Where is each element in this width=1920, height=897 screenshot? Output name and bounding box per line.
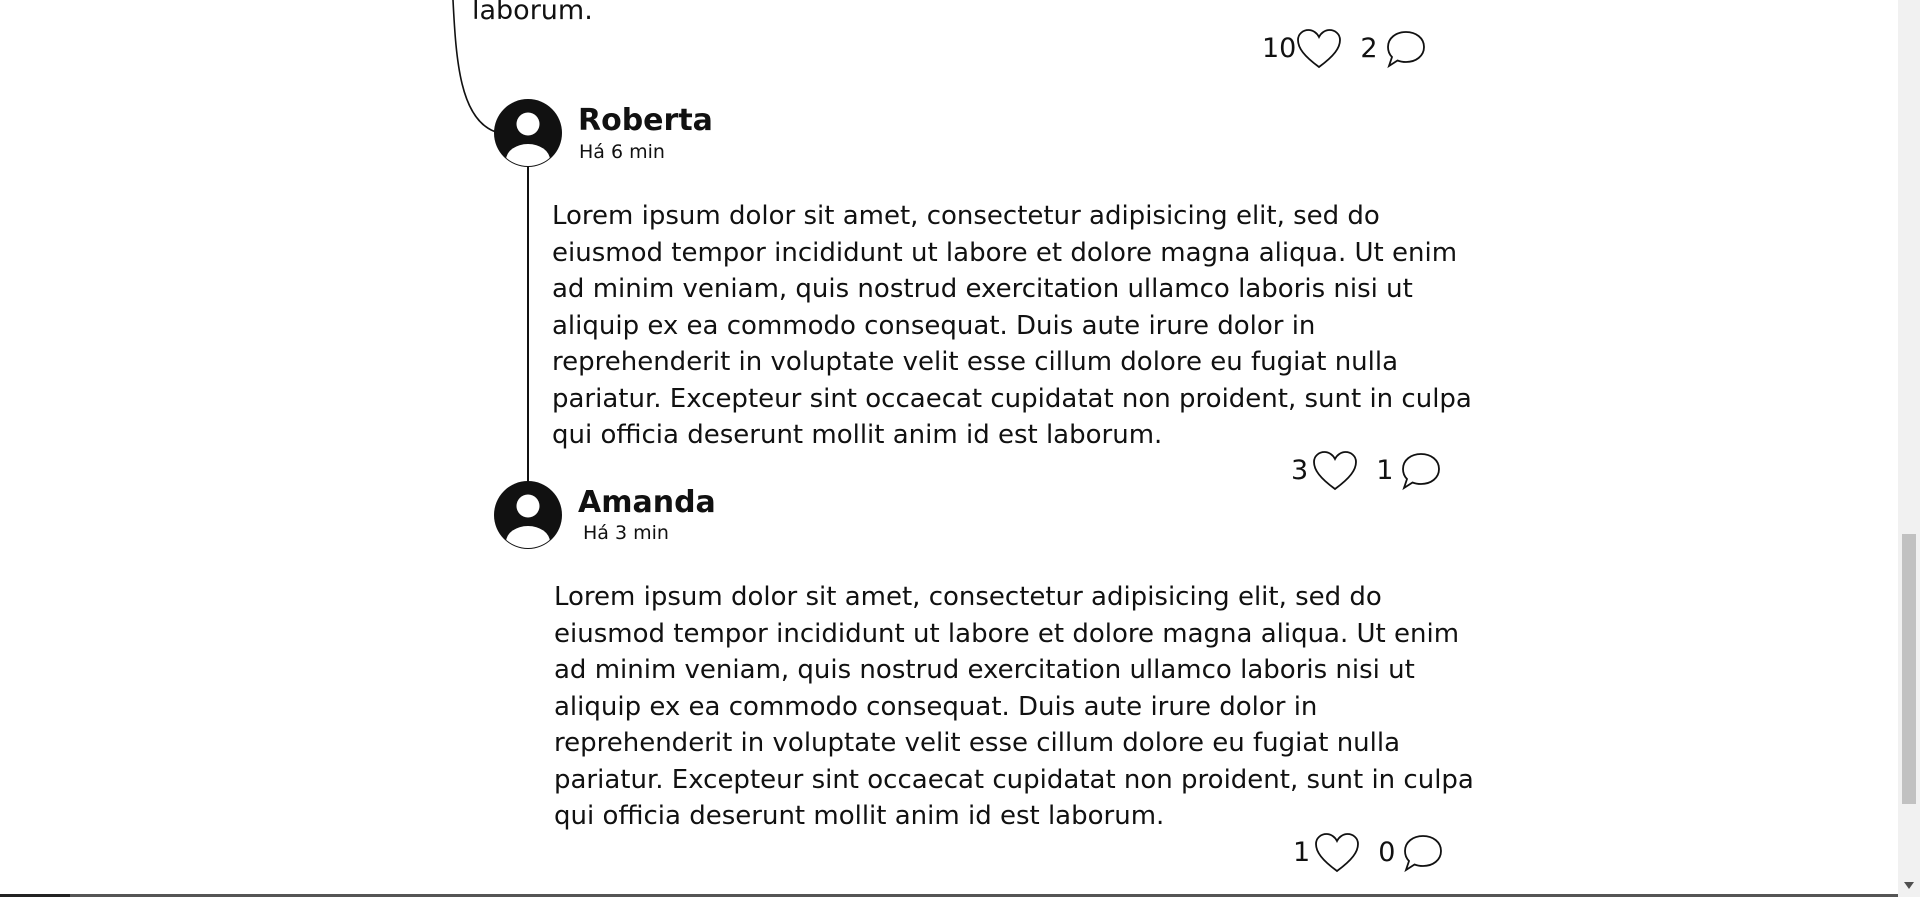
- speech-bubble-icon: [1386, 31, 1425, 69]
- like-button[interactable]: 3: [1291, 450, 1358, 492]
- speech-bubble-icon: [1402, 453, 1441, 491]
- user-avatar-icon[interactable]: [493, 98, 563, 168]
- thread-connector-line: [527, 164, 529, 484]
- like-button[interactable]: 1: [1293, 832, 1360, 874]
- reply-button[interactable]: 0: [1378, 832, 1447, 874]
- heart-outline-icon: [1297, 29, 1342, 69]
- reply-count: 1: [1376, 455, 1394, 486]
- like-count: 1: [1293, 837, 1311, 868]
- reply-count: 0: [1378, 837, 1396, 868]
- reply-count: 2: [1360, 33, 1378, 64]
- comment-actions: 3 1: [1291, 450, 1445, 492]
- speech-bubble-icon: [1404, 835, 1443, 873]
- comment-author[interactable]: Amanda: [578, 485, 716, 521]
- comment-timestamp: Há 3 min: [583, 522, 669, 544]
- comment-timestamp: Há 6 min: [579, 141, 665, 163]
- scroll-down-arrow-icon[interactable]: [1898, 876, 1920, 894]
- comment-actions: 1 0: [1293, 832, 1447, 874]
- comment-author[interactable]: Roberta: [578, 103, 713, 139]
- vertical-scrollbar[interactable]: [1898, 0, 1920, 897]
- user-avatar-icon[interactable]: [493, 480, 563, 550]
- like-button[interactable]: 10: [1262, 28, 1342, 70]
- scrollbar-thumb[interactable]: [1902, 534, 1916, 804]
- like-count: 3: [1291, 455, 1309, 486]
- reply-button[interactable]: 1: [1376, 450, 1445, 492]
- comment-text: Lorem ipsum dolor sit amet, consectetur …: [552, 201, 1472, 450]
- heart-outline-icon: [1315, 833, 1360, 873]
- like-count: 10: [1262, 33, 1297, 64]
- comments-page: laborum. 10 2 Roberta Há 6 min Lorem ips…: [0, 0, 1920, 897]
- heart-outline-icon: [1313, 451, 1358, 491]
- chevron-down-icon: [1904, 881, 1914, 889]
- comment-text: Lorem ipsum dolor sit amet, consectetur …: [554, 582, 1474, 831]
- previous-comment-text: laborum.: [472, 0, 593, 26]
- reply-button[interactable]: 2: [1360, 28, 1429, 70]
- previous-comment-actions: 10 2: [1262, 28, 1430, 70]
